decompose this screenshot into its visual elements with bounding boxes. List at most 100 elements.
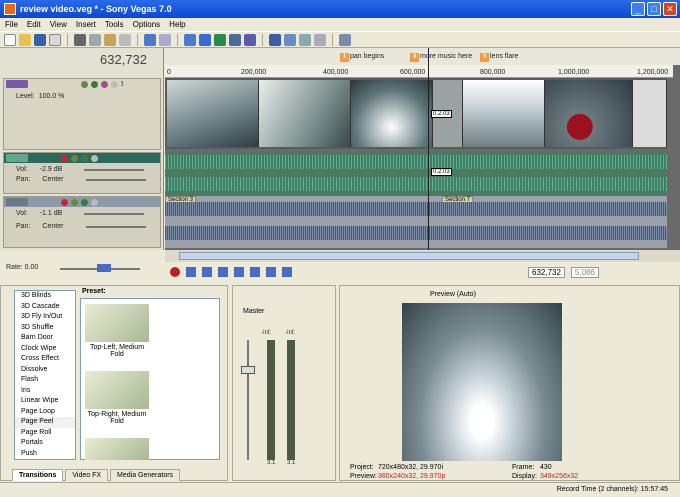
composite-icon[interactable] <box>91 80 98 88</box>
envelope-tool-icon[interactable] <box>284 33 296 46</box>
marker-4[interactable]: 4 more music here <box>410 53 472 62</box>
list-item[interactable]: Linear Wipe <box>15 396 75 407</box>
menu-help[interactable]: Help <box>169 20 185 29</box>
save-icon[interactable] <box>34 33 46 46</box>
time-ruler[interactable]: 0 200,000 400,000 600,000 800,000 1,000,… <box>165 65 673 78</box>
go-to-start-icon[interactable] <box>266 267 276 277</box>
zoom-tool-icon[interactable] <box>314 33 326 46</box>
audio-track-2[interactable]: Section 3 Section 7 <box>165 196 667 248</box>
arm-record-icon[interactable] <box>61 154 68 162</box>
play-icon[interactable] <box>218 267 228 277</box>
master-fader[interactable] <box>241 366 255 374</box>
list-item[interactable]: Portals <box>15 438 75 449</box>
list-item[interactable]: Clock Wipe <box>15 344 75 355</box>
snap-icon[interactable] <box>214 33 226 46</box>
vol-slider[interactable] <box>83 168 144 171</box>
list-item-selected[interactable]: Page Peel <box>15 417 75 428</box>
preview-render-icon[interactable] <box>199 33 211 46</box>
list-item[interactable]: Barn Door <box>15 333 75 344</box>
copy-icon[interactable] <box>89 33 101 46</box>
audio-track-2-header[interactable]: Vol: -1.1 dB Pan: Center <box>3 196 161 248</box>
maximize-button[interactable]: □ <box>647 2 661 16</box>
list-item[interactable]: Cross Effect <box>15 354 75 365</box>
menu-view[interactable]: View <box>50 20 67 29</box>
marker-1[interactable]: 1 pan begins <box>340 53 384 62</box>
length-field[interactable]: 5,086 <box>570 266 599 278</box>
whats-this-icon[interactable] <box>339 33 351 46</box>
list-item[interactable]: 3D Shuffle <box>15 323 75 334</box>
track-number <box>6 80 28 88</box>
menu-tools[interactable]: Tools <box>105 20 124 29</box>
cut-icon[interactable] <box>74 33 86 46</box>
list-item[interactable]: 3D Fly In/Out <box>15 312 75 323</box>
video-track-header[interactable]: ! Level: 100.0 % <box>3 78 161 150</box>
phase-icon[interactable] <box>71 154 78 162</box>
preset-item[interactable]: Top-Right, Medium Fold <box>85 371 149 425</box>
playhead[interactable] <box>428 48 429 250</box>
fx-icon[interactable] <box>81 80 88 88</box>
pan-slider[interactable] <box>86 225 147 228</box>
lock-envelopes-icon[interactable] <box>244 33 256 46</box>
stop-icon[interactable] <box>250 267 260 277</box>
normal-edit-tool-icon[interactable] <box>269 33 281 46</box>
mute-icon[interactable] <box>111 80 118 88</box>
open-icon[interactable] <box>19 33 31 46</box>
list-item[interactable]: 3D Cascade <box>15 302 75 313</box>
menu-insert[interactable]: Insert <box>76 20 96 29</box>
audio-track-1-header[interactable]: Vol: -2.9 dB Pan: Center <box>3 152 161 194</box>
record-icon[interactable] <box>170 267 180 277</box>
pause-icon[interactable] <box>234 267 244 277</box>
go-to-end-icon[interactable] <box>282 267 292 277</box>
marker-3[interactable]: 3 lens flare <box>480 53 518 62</box>
list-item[interactable]: Push <box>15 449 75 460</box>
phase-icon[interactable] <box>71 198 78 206</box>
tab-video-fx[interactable]: Video FX <box>65 469 109 481</box>
auto-ripple-icon[interactable] <box>229 33 241 46</box>
scrollbar-thumb[interactable] <box>179 252 639 260</box>
minimize-button[interactable]: _ <box>631 2 645 16</box>
menu-options[interactable]: Options <box>133 20 161 29</box>
list-item[interactable]: Page Loop <box>15 407 75 418</box>
rate-thumb[interactable] <box>97 264 111 272</box>
menu-file[interactable]: File <box>5 20 18 29</box>
audio-track-1[interactable]: 0.2.03 <box>165 151 667 197</box>
undo-icon[interactable] <box>144 33 156 46</box>
video-track[interactable]: 0.2.03 <box>165 78 667 149</box>
list-item[interactable]: Flash <box>15 375 75 386</box>
tab-transitions[interactable]: Transitions <box>12 469 64 481</box>
properties-icon[interactable] <box>49 33 61 46</box>
close-button[interactable]: ✕ <box>663 2 677 16</box>
preset-item[interactable]: Top-Left, Medium Fold <box>85 304 149 358</box>
preview-mode-dropdown[interactable]: Preview (Auto) <box>430 291 476 298</box>
cursor-time-field[interactable]: 632,732 <box>528 266 565 278</box>
solo-icon[interactable]: ! <box>121 81 123 88</box>
play-from-start-icon[interactable] <box>202 267 212 277</box>
tab-media-generators[interactable]: Media Generators <box>110 469 181 481</box>
menu-edit[interactable]: Edit <box>27 20 41 29</box>
delete-icon[interactable] <box>119 33 131 46</box>
fx-icon[interactable] <box>81 198 88 206</box>
list-item[interactable]: 3D Blinds <box>15 291 75 302</box>
vol-slider[interactable] <box>83 212 144 215</box>
fx-icon[interactable] <box>81 154 88 162</box>
preset-item[interactable] <box>85 438 149 462</box>
mute-icon[interactable] <box>91 198 98 206</box>
track-motion-icon[interactable] <box>101 80 108 88</box>
loop-icon[interactable] <box>186 267 196 277</box>
selection-tool-icon[interactable] <box>299 33 311 46</box>
mute-icon[interactable] <box>91 154 98 162</box>
paste-icon[interactable] <box>104 33 116 46</box>
timeline-scrollbar[interactable] <box>165 250 680 262</box>
arm-record-icon[interactable] <box>61 198 68 206</box>
pan-row: Pan: Center <box>4 173 160 183</box>
new-icon[interactable] <box>4 33 16 46</box>
transition-list[interactable]: 3D Blinds 3D Cascade 3D Fly In/Out 3D Sh… <box>14 290 76 460</box>
redo-icon[interactable] <box>159 33 171 46</box>
preset-gallery[interactable]: Top-Left, Medium Fold Top-Right, Medium … <box>80 298 220 460</box>
render-icon[interactable] <box>184 33 196 46</box>
pan-slider[interactable] <box>86 178 147 181</box>
list-item[interactable]: Page Roll <box>15 428 75 439</box>
list-item[interactable]: Iris <box>15 386 75 397</box>
list-item[interactable]: Dissolve <box>15 365 75 376</box>
preset-thumbnail <box>85 438 149 460</box>
